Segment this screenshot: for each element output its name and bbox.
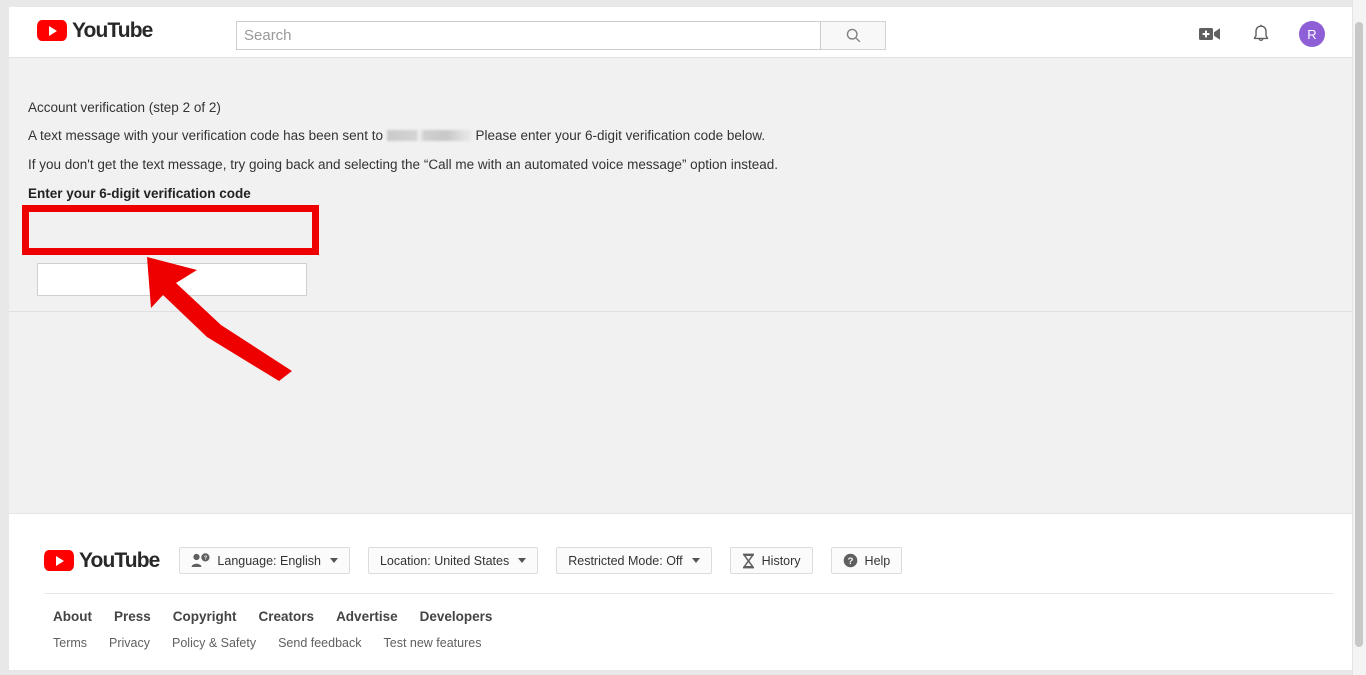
vertical-scrollbar-track[interactable] [1352,0,1366,675]
bell-glyph [1253,24,1269,42]
chevron-down-icon [329,558,338,563]
sent-prefix-text: A text message with your verification co… [28,128,383,143]
footer-link-advertise[interactable]: Advertise [336,609,398,624]
language-selector[interactable]: ? Language: English [179,547,350,574]
footer-youtube-logo-text: YouTube [79,549,160,572]
restricted-mode-selector[interactable]: Restricted Mode: Off [556,547,712,574]
youtube-logo-text: YouTube [72,19,153,42]
fallback-instruction-text: If you don't get the text message, try g… [28,157,779,172]
footer-youtube-logo[interactable]: YouTube [44,549,160,572]
help-button-label: Help [864,553,891,568]
language-selector-label: Language: English [217,553,321,568]
sent-suffix-text: Please enter your 6-digit verification c… [475,128,766,143]
help-button[interactable]: ? Help [830,547,903,574]
notifications-bell-icon[interactable] [1248,21,1274,47]
person-question-icon: ? [192,553,210,567]
restricted-mode-label: Restricted Mode: Off [568,553,683,568]
footer-link-developers[interactable]: Developers [420,609,493,624]
footer-link-privacy[interactable]: Privacy [109,636,150,650]
youtube-play-icon [37,20,67,41]
empty-content-area [9,313,1352,513]
chevron-down-icon [518,558,527,563]
page-title: Account verification (step 2 of 2) [28,100,221,115]
code-input-label: Enter your 6-digit verification code [28,186,251,201]
search-button[interactable] [821,21,886,50]
footer-link-test-features[interactable]: Test new features [384,636,482,650]
footer-controls-row: YouTube ? Language: English Location: Un… [44,547,903,574]
history-button-label: History [761,553,801,568]
header-icon-group: R [1197,21,1325,47]
hourglass-icon [742,553,754,568]
search-input[interactable] [236,21,821,50]
verification-form-region: Account verification (step 2 of 2) A tex… [9,58,1352,347]
chevron-down-icon [691,558,700,563]
footer-link-creators[interactable]: Creators [259,609,315,624]
footer-link-policy-safety[interactable]: Policy & Safety [172,636,256,650]
footer-secondary-links: Terms Privacy Policy & Safety Send feedb… [53,636,481,650]
svg-text:?: ? [204,556,208,562]
footer-link-about[interactable]: About [53,609,92,624]
create-video-glyph [1199,28,1220,40]
masthead: YouTube Search R [9,7,1352,58]
history-button[interactable]: History [729,547,813,574]
page-footer: YouTube ? Language: English Location: Un… [9,513,1352,670]
footer-link-terms[interactable]: Terms [53,636,87,650]
location-selector-label: Location: United States [379,553,510,568]
create-video-icon[interactable] [1197,21,1223,47]
footer-primary-links: About Press Copyright Creators Advertise… [53,609,492,624]
footer-youtube-play-icon [44,550,74,571]
svg-text:?: ? [847,556,853,567]
vertical-scrollbar-thumb[interactable] [1355,22,1363,647]
search-icon [846,28,860,43]
footer-divider [44,593,1334,594]
footer-link-copyright[interactable]: Copyright [173,609,237,624]
search-box [236,21,886,50]
footer-link-press[interactable]: Press [114,609,151,624]
help-circle-icon: ? [843,553,857,568]
location-selector[interactable]: Location: United States [367,547,539,574]
page-container: YouTube Search R Account verification (s… [9,7,1352,670]
redacted-phone-number [386,129,472,141]
user-avatar[interactable]: R [1299,21,1325,47]
sent-confirmation-text: A text message with your verification co… [28,128,765,144]
youtube-logo-link[interactable]: YouTube [37,19,153,42]
footer-link-send-feedback[interactable]: Send feedback [278,636,361,650]
verification-code-input[interactable] [37,263,307,296]
